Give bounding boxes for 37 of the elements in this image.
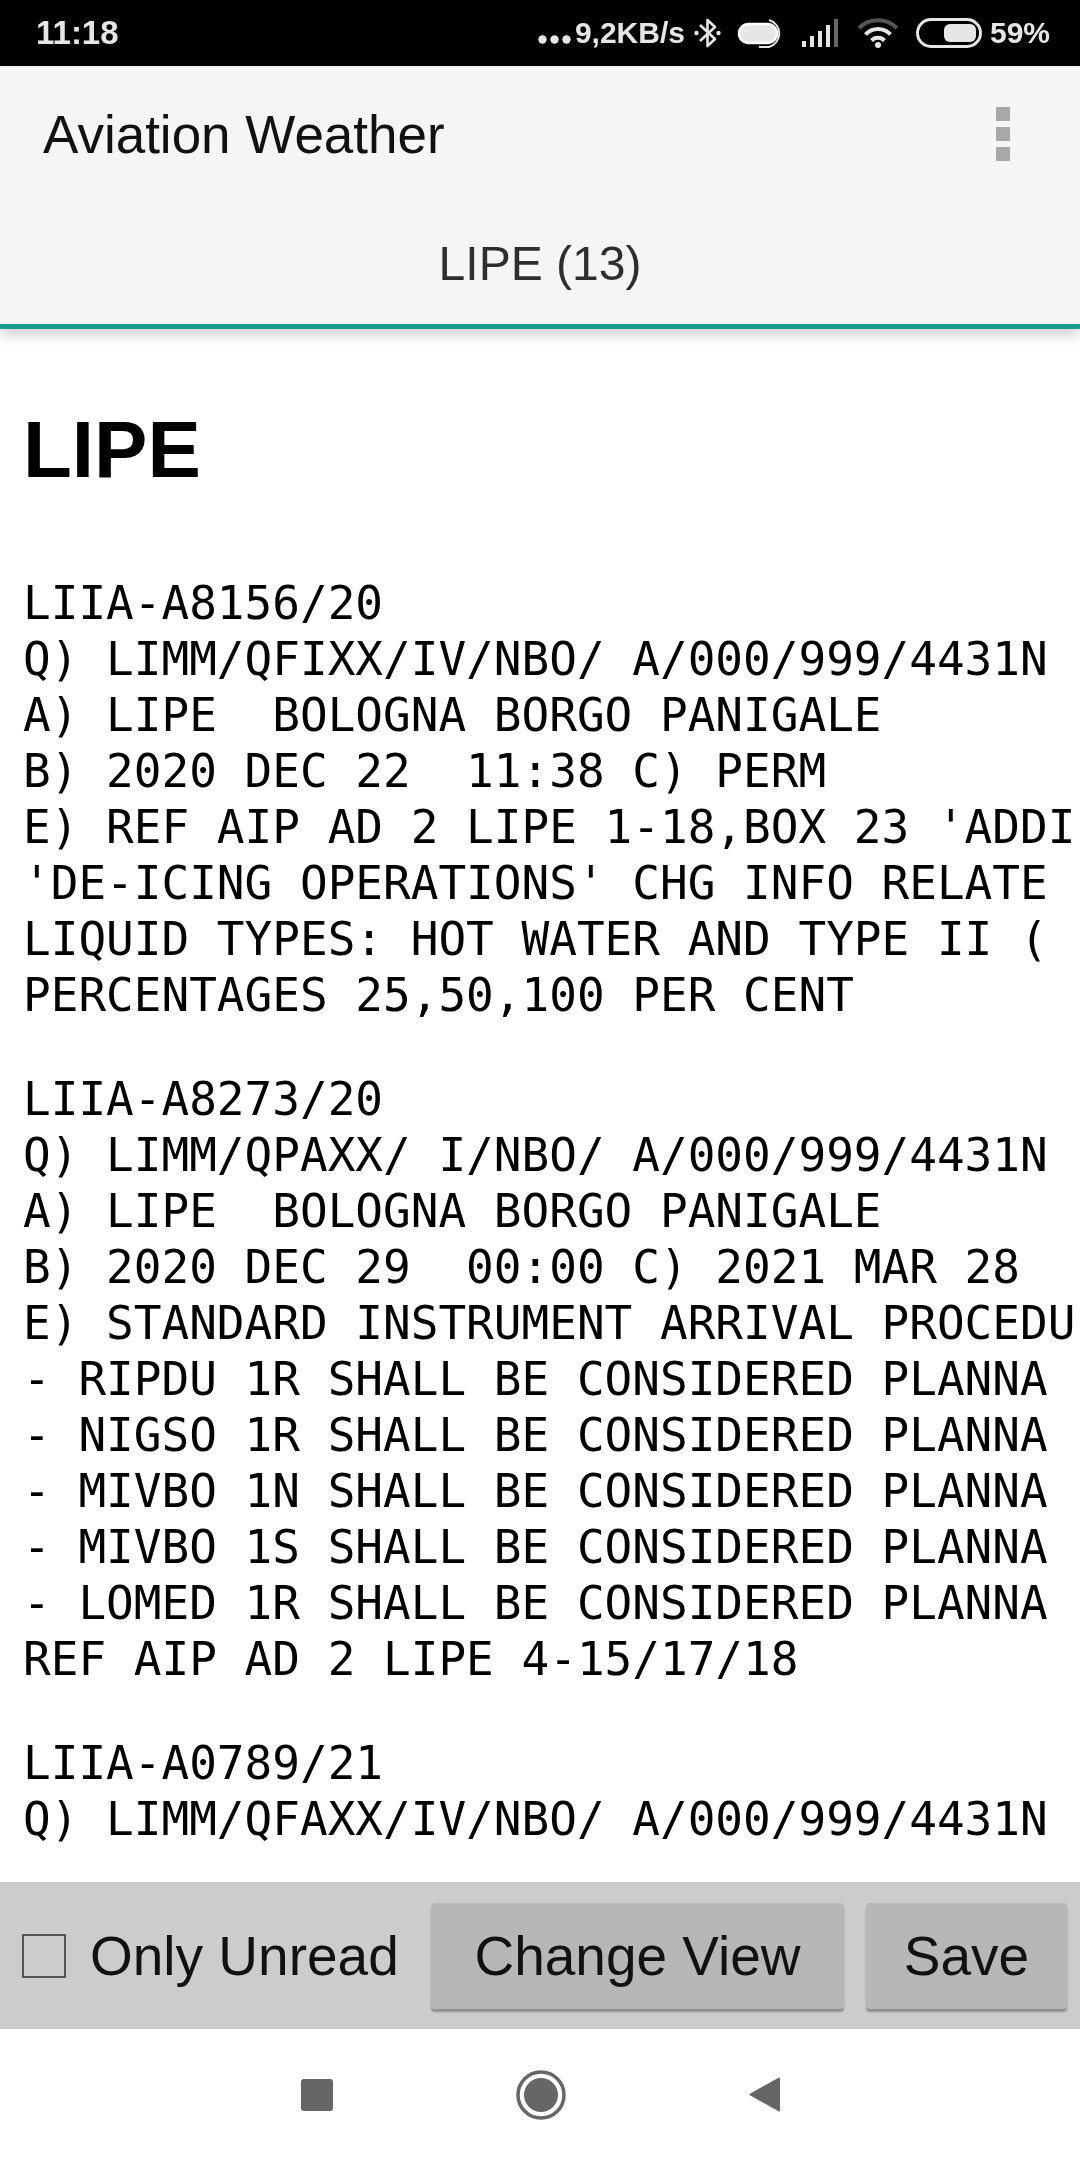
battery-percent: 59% [989,16,1050,50]
notam-line: LIIA-A0789/21 [23,1735,384,1791]
notam-line: A) LIPE BOLOGNA BORGO PANIGALE [23,687,882,743]
signal-icon [800,19,841,47]
notam-line: - NIGSO 1R SHALL BE CONSIDERED PLANNA [23,1407,1048,1463]
notam-line: Q) LIMM/QPAXX/ I/NBO/ A/000/999/4431N [23,1127,1048,1183]
checkbox-label[interactable]: Only Unread [90,1923,399,1988]
notam-line: - RIPDU 1R SHALL BE CONSIDERED PLANNA [23,1351,1048,1407]
notam-line: E) REF AIP AD 2 LIPE 1-18,BOX 23 'ADDI [23,799,1076,855]
notam-line: - LOMED 1R SHALL BE CONSIDERED PLANNA [23,1575,1048,1631]
notam-line: PERCENTAGES 25,50,100 PER CENT [23,967,854,1023]
notam-line: LIIA-A8273/20 [23,1071,384,1127]
notam-line: LIIA-A8156/20 [23,575,384,631]
status-time: 11:18 [36,14,119,52]
back-icon[interactable] [748,2077,780,2112]
battery-icon [915,18,982,48]
notam-line: Q) LIMM/QFIXX/IV/NBO/ A/000/999/4431N [23,631,1048,687]
app-title: Aviation Weather [43,103,445,165]
checkbox[interactable] [22,1933,66,1978]
notam-line: E) STANDARD INSTRUMENT ARRIVAL PROCEDU [23,1295,1076,1351]
save-button[interactable]: Save [866,1902,1067,2009]
change-view-button[interactable]: Change View [431,1902,844,2009]
notam-line: - MIVBO 1S SHALL BE CONSIDERED PLANNA [23,1519,1048,1575]
dots-icon [537,34,571,44]
notam-line: B) 2020 DEC 29 00:00 C) 2021 MAR 28 [23,1239,1020,1295]
notam-line: Q) LIMM/QFAXX/IV/NBO/ A/000/999/4431N [23,1791,1048,1847]
notam-line: LIQUID TYPES: HOT WATER AND TYPE II ( [23,911,1048,967]
wifi-icon [856,18,899,48]
recents-icon[interactable] [300,2078,333,2111]
home-icon[interactable] [515,2069,566,2120]
notam-line: A) LIPE BOLOGNA BORGO PANIGALE [23,1183,882,1239]
notam-line: B) 2020 DEC 22 11:38 C) PERM [23,743,827,799]
notam-line: REF AIP AD 2 LIPE 4-15/17/18 [23,1631,799,1687]
page-heading: LIPE [23,404,201,496]
notam-line: - MIVBO 1N SHALL BE CONSIDERED PLANNA [23,1463,1048,1519]
network-speed: 9,2KB/s [574,16,685,50]
notam-line: 'DE-ICING OPERATIONS' CHG INFO RELATE [23,855,1048,911]
